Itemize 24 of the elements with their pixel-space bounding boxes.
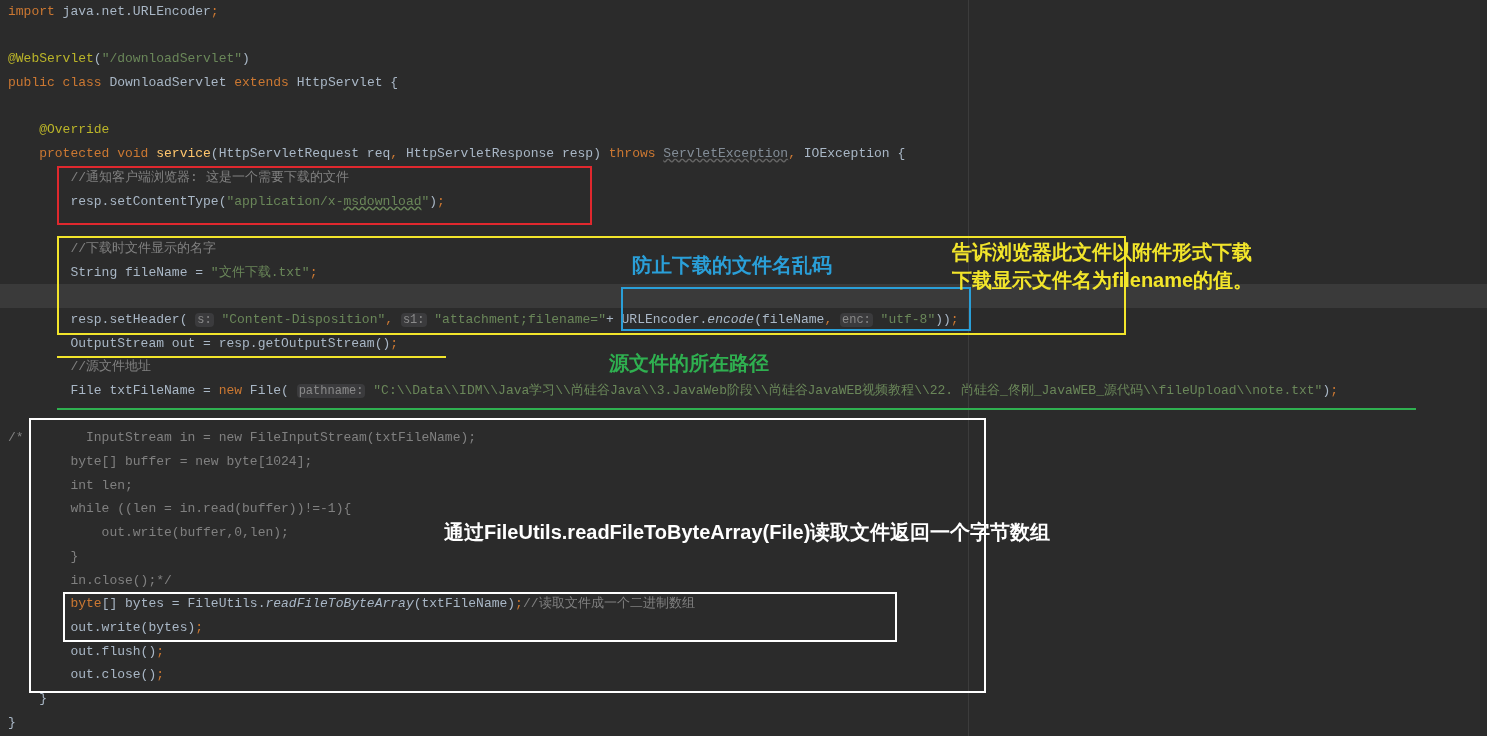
code-line: /* InputStream in = new FileInputStream(txtFileName); bbox=[8, 429, 477, 448]
code-line: OutputStream out = resp.getOutputStream(); bbox=[69, 334, 399, 353]
code-line: out.write(bytes); bbox=[69, 618, 204, 637]
code-line: public class DownloadServlet extends HttpServlet { bbox=[8, 74, 399, 93]
code-line: String fileName = "文件下载.txt"; bbox=[69, 263, 318, 282]
code-line: //源文件地址 bbox=[69, 358, 151, 377]
annotation-note: 防止下载的文件名乱码 bbox=[632, 253, 832, 278]
code-line: byte[] buffer = new byte[1024]; bbox=[69, 453, 313, 472]
code-line: @WebServlet("/downloadServlet") bbox=[8, 50, 250, 69]
code-line: out.close(); bbox=[69, 666, 165, 685]
code-line: out.write(buffer,0,len); bbox=[100, 524, 289, 543]
code-line: in.close();*/ bbox=[69, 571, 172, 590]
code-line: int len; bbox=[69, 476, 133, 495]
code-line: } bbox=[69, 547, 79, 566]
annotation-note: 源文件的所在路径 bbox=[609, 351, 769, 376]
code-line: out.flush(); bbox=[69, 642, 165, 661]
code-line: protected void service(HttpServletRequest req, HttpServletResponse resp) throws ServletException, IOException { bbox=[38, 145, 906, 164]
code-line: import java.net.URLEncoder; bbox=[8, 3, 219, 21]
code-line: //下载时文件显示的名字 bbox=[69, 239, 216, 258]
code-line: resp.setContentType("application/x-msdownload"); bbox=[69, 192, 445, 211]
code-line: } bbox=[8, 713, 16, 732]
code-line: } bbox=[38, 689, 47, 708]
code-line: while ((len = in.read(buffer))!=-1){ bbox=[69, 500, 352, 519]
code-line: @Override bbox=[38, 121, 110, 140]
